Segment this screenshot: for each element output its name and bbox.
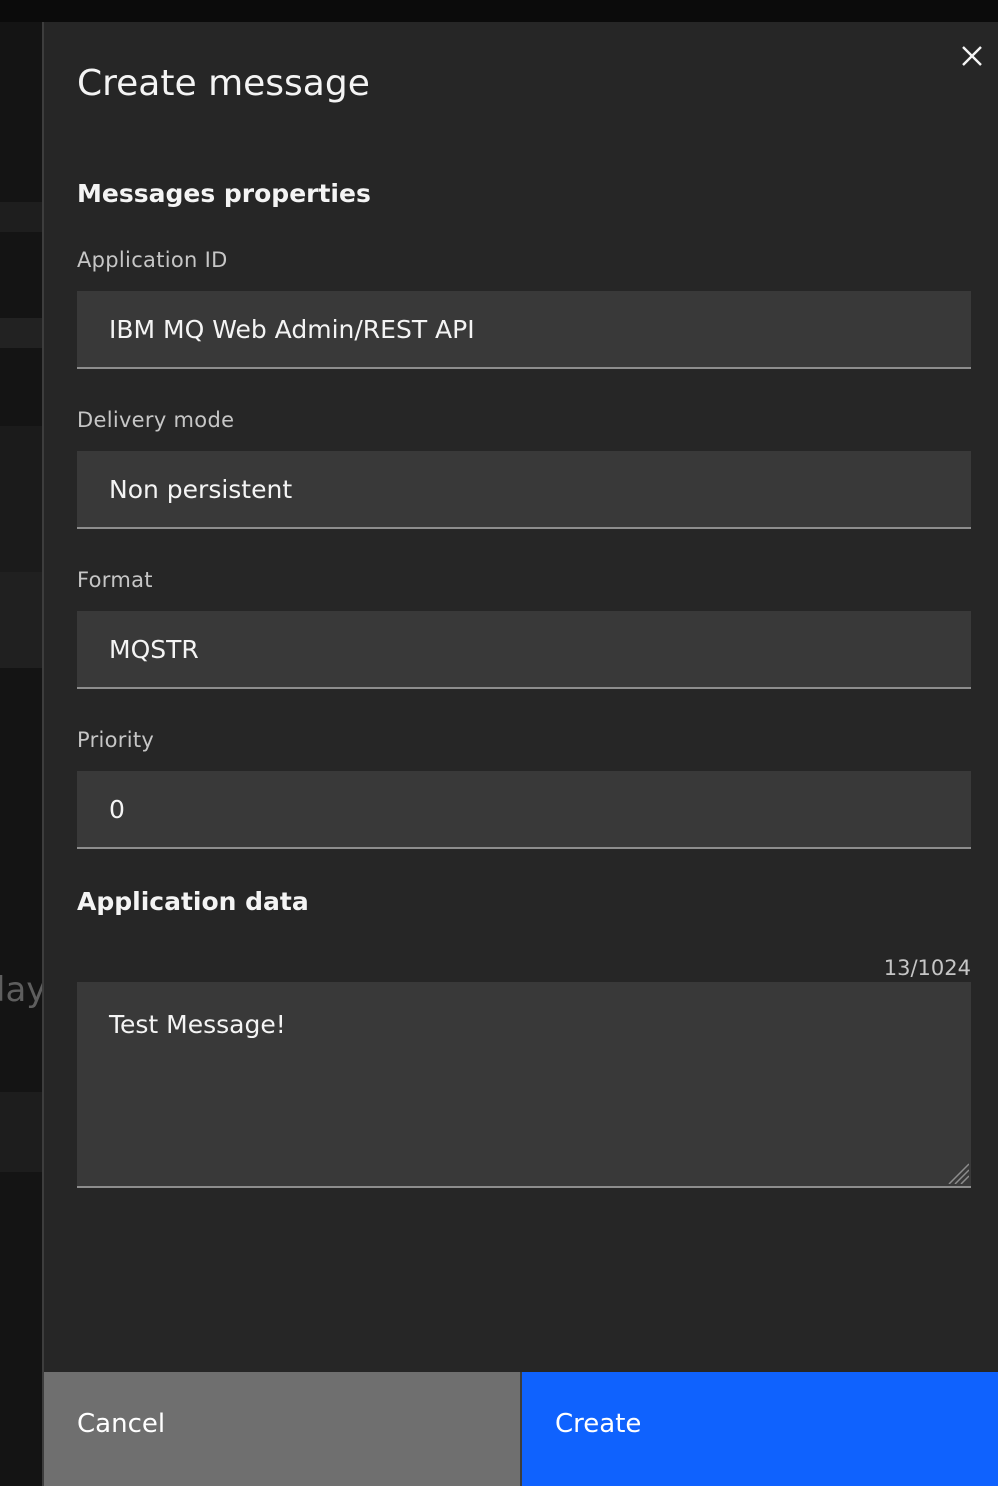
application-data-textarea[interactable]: Test Message! bbox=[77, 982, 971, 1188]
background-row bbox=[0, 318, 42, 348]
application-data-heading: Application data bbox=[77, 887, 309, 916]
application-id-input[interactable]: IBM MQ Web Admin/REST API bbox=[77, 291, 971, 369]
application-id-label: Application ID bbox=[77, 248, 228, 272]
dialog-title: Create message bbox=[77, 63, 370, 104]
resize-handle-icon[interactable] bbox=[945, 1160, 969, 1184]
background-text-fragment: lay bbox=[0, 970, 42, 1010]
top-bar bbox=[0, 0, 998, 22]
cancel-button[interactable]: Cancel bbox=[44, 1372, 522, 1486]
message-properties-heading: Messages properties bbox=[77, 179, 371, 208]
priority-input[interactable]: 0 bbox=[77, 771, 971, 849]
delivery-mode-label: Delivery mode bbox=[77, 408, 235, 432]
background-row bbox=[0, 426, 42, 572]
background-row bbox=[0, 202, 42, 232]
format-input[interactable]: MQSTR bbox=[77, 611, 971, 689]
application-data-text: Test Message! bbox=[109, 1010, 286, 1039]
format-label: Format bbox=[77, 568, 153, 592]
create-button[interactable]: Create bbox=[522, 1372, 998, 1486]
background-row bbox=[0, 572, 42, 668]
dialog-footer: Cancel Create bbox=[44, 1372, 998, 1486]
create-message-panel: Create message Messages properties Appli… bbox=[42, 22, 998, 1486]
character-counter: 13/1024 bbox=[883, 956, 971, 980]
background-row bbox=[0, 1092, 42, 1172]
close-button[interactable] bbox=[952, 36, 992, 76]
close-icon bbox=[962, 46, 982, 66]
delivery-mode-input[interactable]: Non persistent bbox=[77, 451, 971, 529]
priority-label: Priority bbox=[77, 728, 155, 752]
background-page: lay bbox=[0, 22, 42, 1486]
